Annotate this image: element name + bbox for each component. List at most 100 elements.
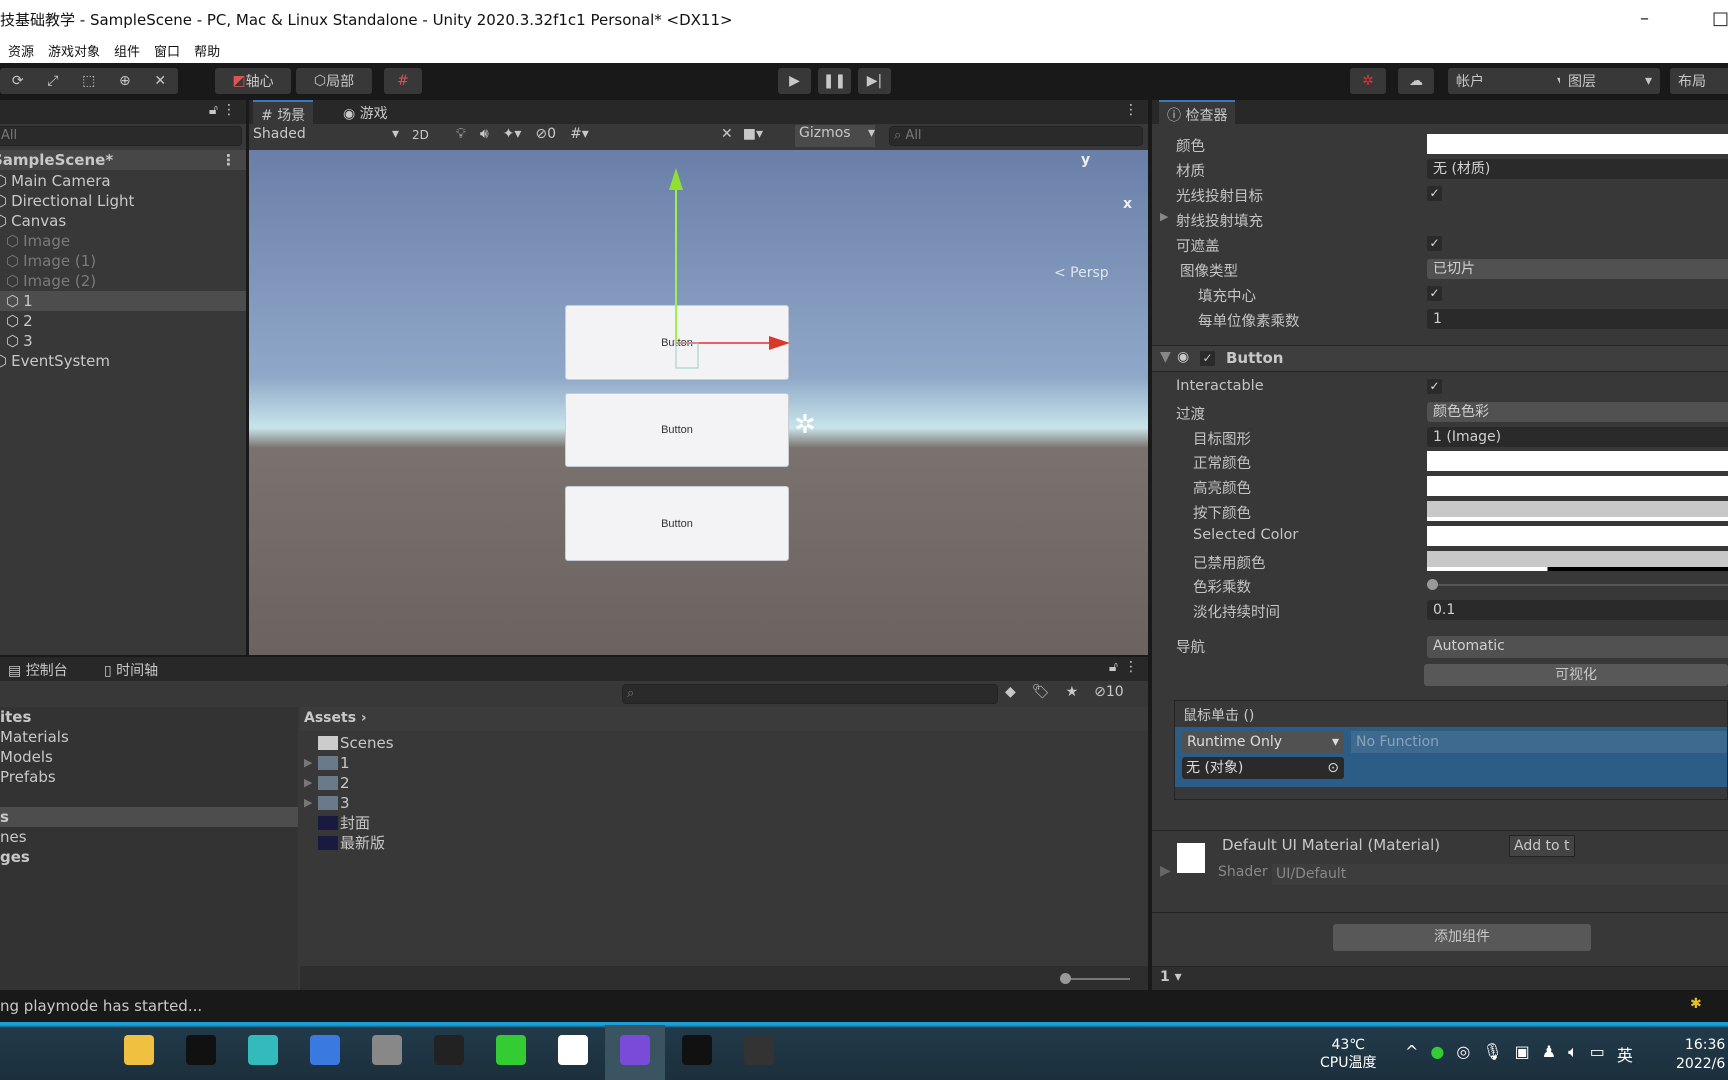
project-folder[interactable]: Materials — [0, 727, 298, 747]
unity-editor-icon[interactable] — [682, 1035, 712, 1065]
color-field[interactable] — [1427, 451, 1728, 472]
light-icon[interactable]: 💡︎ — [456, 126, 466, 142]
color-field[interactable] — [1427, 476, 1728, 497]
color-field[interactable] — [1427, 134, 1728, 154]
hierarchy-item[interactable]: ⬡ EventSystem — [0, 351, 246, 371]
lock-icon[interactable]: 🔓︎ — [1109, 659, 1118, 675]
scale-tool-icon[interactable]: ⤢ — [47, 73, 58, 89]
shader-dropdown[interactable]: UI/Default — [1272, 864, 1728, 885]
baidu-netdisk-icon[interactable] — [558, 1035, 588, 1065]
tab-inspector[interactable]: ⓘ 检查器 — [1159, 100, 1236, 124]
more-icon[interactable]: ⋮ — [221, 150, 236, 170]
value-field[interactable]: 无 (材质) — [1427, 159, 1728, 179]
more-icon[interactable]: ⋮ — [1124, 102, 1138, 118]
hidden-objects-icon[interactable]: ⊘0 — [535, 126, 556, 142]
project-folder[interactable]: Prefabs — [0, 767, 298, 787]
foldout-icon[interactable]: ▶ — [1160, 210, 1168, 223]
navigation-dropdown[interactable]: Automatic — [1427, 636, 1728, 658]
project-folder[interactable]: nes — [0, 827, 298, 847]
minimize-button[interactable]: – — [1640, 8, 1649, 29]
wechat-icon[interactable] — [496, 1035, 526, 1065]
label-icon[interactable]: 🏷︎ — [1032, 684, 1050, 700]
search-icon[interactable] — [62, 1035, 92, 1065]
grid-icon[interactable]: #▾ — [570, 126, 589, 142]
layout-dropdown[interactable]: 布局 — [1670, 68, 1728, 94]
favorite-icon[interactable]: ★ — [1066, 684, 1079, 700]
grid-snap-button[interactable]: # — [384, 68, 422, 94]
project-folder[interactable]: Models — [0, 747, 298, 767]
hierarchy-item[interactable]: ⬡ Image (2) — [0, 271, 246, 291]
collab-icon[interactable]: ✲ — [1350, 68, 1386, 94]
qq-icon[interactable] — [434, 1035, 464, 1065]
project-folder[interactable]: ges — [0, 847, 298, 867]
foldout-icon[interactable]: ▶ — [304, 753, 312, 773]
obs-icon[interactable] — [744, 1035, 774, 1065]
project-search[interactable]: ⌕ — [622, 684, 998, 704]
lock-icon[interactable]: 🔓︎ — [209, 102, 218, 118]
asset-item[interactable]: 最新版 — [300, 833, 1148, 853]
layers-dropdown[interactable]: 图层 ▾ — [1560, 68, 1660, 94]
checkbox[interactable]: ✓ — [1427, 236, 1442, 251]
hierarchy-item[interactable]: ⬡ Image — [0, 231, 246, 251]
ime-indicator[interactable]: 英 — [1617, 1042, 1633, 1066]
event-listener-row[interactable]: Runtime Only ▾ No Function 无 (对象) ⊙ — [1175, 727, 1727, 787]
gizmos-dropdown[interactable]: Gizmos ▾ — [795, 125, 875, 147]
project-folder[interactable]: ites — [0, 707, 298, 727]
hidden-packages-icon[interactable]: ⊘10 — [1094, 684, 1124, 700]
hierarchy-item[interactable]: ⬡ 1 — [0, 291, 246, 311]
scene-header[interactable]: SampleScene* ⋮ — [0, 150, 246, 170]
hierarchy-search[interactable]: All — [0, 126, 242, 146]
rect-tool-icon[interactable]: ⬚ — [82, 73, 95, 89]
asset-item[interactable]: ▶ 1 — [300, 753, 1148, 773]
tab-console[interactable]: ▤ 控制台 — [0, 657, 76, 681]
transform-tool-icon[interactable]: ⊕ — [119, 73, 131, 89]
asset-item[interactable]: ▶ 2 — [300, 773, 1148, 793]
project-folder[interactable] — [0, 787, 298, 807]
more-icon[interactable]: ⋮ — [1124, 659, 1138, 675]
foldout-icon[interactable]: ▶ — [1160, 863, 1171, 879]
obs-tray-icon[interactable]: ◎ — [1456, 1042, 1470, 1066]
menu-item[interactable]: 帮助 — [194, 41, 220, 60]
rotate-tool-icon[interactable]: ⟳ — [12, 73, 24, 89]
asset-item[interactable]: Scenes — [300, 733, 1148, 753]
volume-icon[interactable]: 🔈︎ — [1568, 1042, 1578, 1066]
effects-icon[interactable]: ✦▾ — [503, 126, 522, 142]
component-enabled-checkbox[interactable]: ✓ — [1200, 351, 1215, 366]
object-picker-icon[interactable]: ⊙ — [1327, 757, 1339, 779]
hierarchy-item[interactable]: ⬡ Canvas — [0, 211, 246, 231]
object-field[interactable]: 无 (对象) ⊙ — [1182, 757, 1344, 779]
tab-timeline[interactable]: ▯ 时间轴 — [96, 657, 166, 681]
hierarchy-item[interactable]: ⬡ 3 — [0, 331, 246, 351]
tray-expand-icon[interactable]: ^ — [1405, 1042, 1418, 1066]
camera-icon[interactable]: ■▾ — [743, 126, 763, 142]
hierarchy-item[interactable]: ⬡ 2 — [0, 311, 246, 331]
menu-item[interactable]: 组件 — [114, 41, 140, 60]
color-field[interactable] — [1427, 501, 1728, 521]
qq-tray-icon[interactable]: ♟ — [1542, 1042, 1556, 1066]
feishu-icon[interactable] — [310, 1035, 340, 1065]
maximize-button[interactable]: □ — [1712, 8, 1728, 29]
color-multiplier-slider[interactable] — [1427, 575, 1728, 595]
tab-scene[interactable]: # 场景 — [253, 100, 314, 124]
color-field[interactable] — [1427, 550, 1728, 571]
status-message[interactable]: ng playmode has started... — [0, 997, 202, 1015]
tab-game[interactable]: ◉ 游戏 — [335, 100, 396, 124]
menu-item[interactable]: 窗口 — [154, 41, 180, 60]
value-field[interactable]: 1 — [1427, 309, 1728, 329]
hierarchy-item[interactable]: ⬡ Directional Light — [0, 191, 246, 211]
checkbox[interactable]: ✓ — [1427, 379, 1442, 394]
wechat-tray-icon[interactable]: ● — [1430, 1042, 1444, 1066]
unity-icon-grey[interactable] — [372, 1035, 402, 1065]
custom-tool-icon[interactable]: ✕ — [154, 73, 166, 89]
dropdown[interactable]: 已切片 — [1427, 259, 1728, 279]
button-component-header[interactable]: ▼ ◉ ✓ Button — [1152, 345, 1728, 372]
preview-selector[interactable]: 1 ▾ — [1160, 969, 1182, 985]
asset-item[interactable]: ▶ 3 — [300, 793, 1148, 813]
add-component-button[interactable]: 添加组件 — [1333, 924, 1591, 951]
file-explorer-icon[interactable] — [124, 1035, 154, 1065]
axis-x-label[interactable]: x — [1123, 196, 1132, 212]
projection-label[interactable]: < Persp — [1054, 265, 1109, 281]
audio-icon[interactable]: 🔊︎ — [480, 126, 489, 142]
play-button[interactable]: ▶ — [778, 68, 811, 94]
foldout-icon[interactable]: ▶ — [304, 793, 312, 813]
